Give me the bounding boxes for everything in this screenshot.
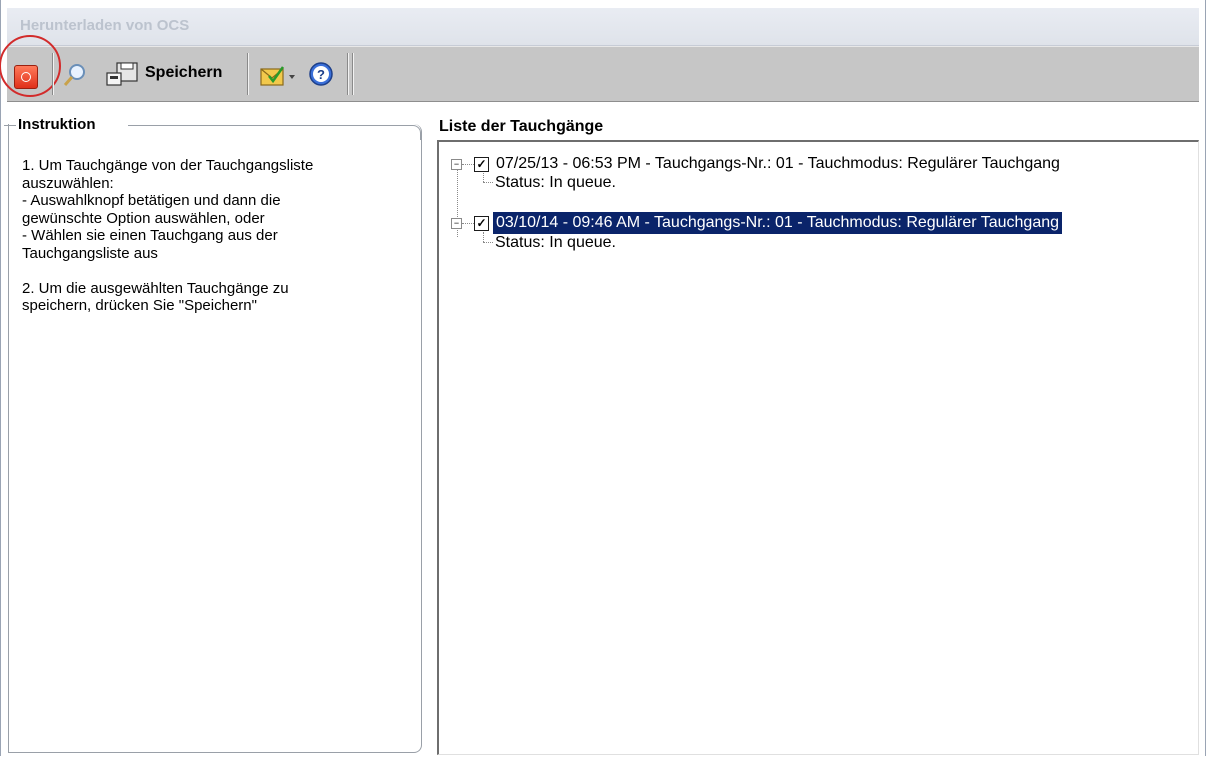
dive-checkbox[interactable]: ✓	[474, 157, 489, 172]
search-icon	[63, 64, 85, 86]
mail-dropdown-button[interactable]	[259, 61, 301, 89]
tree-connector	[483, 242, 493, 243]
toolbar-separator	[247, 53, 249, 95]
toolbar-separator	[52, 53, 54, 95]
tree-connector	[462, 223, 474, 224]
instruction-line: - Wählen sie einen Tauchgang aus der	[22, 227, 278, 244]
dive-list-title: Liste der Tauchgänge	[439, 118, 604, 135]
window-title: Herunterladen von OCS	[20, 17, 190, 34]
save-disk-icon	[106, 62, 138, 86]
instruction-line: gewünschte Option auswählen, oder	[22, 209, 265, 227]
toolbar: Speichern ?	[0, 35, 1199, 102]
search-button[interactable]	[61, 61, 89, 89]
toolbar-grip	[352, 53, 354, 95]
dive-label: 03/10/14 - 09:46 AM - Tauchgangs-Nr.: 01…	[493, 212, 1063, 234]
mail-dropdown-icon	[260, 66, 295, 86]
instruction-line: 1. Um Tauchgänge von der Tauchgangsliste	[22, 157, 314, 174]
tree-connector	[483, 173, 484, 182]
svg-text:?: ?	[317, 67, 325, 82]
collapse-toggle-icon[interactable]: −	[451, 159, 462, 170]
power-button[interactable]	[0, 35, 61, 101]
instruction-line: Tauchgangsliste aus	[22, 244, 158, 262]
dive-status: Status: In queue.	[495, 234, 616, 251]
tree-connector	[483, 182, 493, 183]
tree-connector	[462, 164, 474, 165]
power-icon	[14, 65, 38, 89]
instruction-line	[22, 262, 402, 280]
tree-connector	[483, 232, 484, 242]
help-button[interactable]: ?	[307, 60, 335, 88]
collapse-toggle-icon[interactable]: −	[451, 218, 462, 229]
instruction-text: 1. Um Tauchgänge von der Tauchgangsliste…	[22, 157, 402, 315]
save-button[interactable]: Speichern	[103, 47, 243, 101]
dive-checkbox[interactable]: ✓	[474, 216, 489, 231]
save-label: Speichern	[145, 64, 223, 81]
dive-status: Status: In queue.	[495, 174, 616, 191]
title-bar: Herunterladen von OCS	[7, 8, 1199, 46]
instruction-line: auszuwählen:	[22, 174, 114, 192]
instruction-line: speichern, drücken Sie "Speichern"	[22, 297, 257, 314]
help-icon: ?	[309, 62, 333, 86]
instruction-line: - Auswahlknopf betätigen und dann die	[22, 192, 281, 209]
toolbar-separator	[347, 53, 349, 95]
instruction-line: 2. Um die ausgewählten Tauchgänge zu	[22, 279, 289, 297]
dive-label: 07/25/13 - 06:53 PM - Tauchgangs-Nr.: 01…	[496, 155, 1060, 172]
dive-item[interactable]: − ✓ 07/25/13 - 06:53 PM - Tauchgangs-Nr.…	[439, 153, 1179, 175]
dive-list-tree[interactable]: − ✓ 07/25/13 - 06:53 PM - Tauchgangs-Nr.…	[437, 140, 1199, 755]
dive-item-selected[interactable]: − ✓ 03/10/14 - 09:46 AM - Tauchgangs-Nr.…	[439, 212, 1179, 234]
